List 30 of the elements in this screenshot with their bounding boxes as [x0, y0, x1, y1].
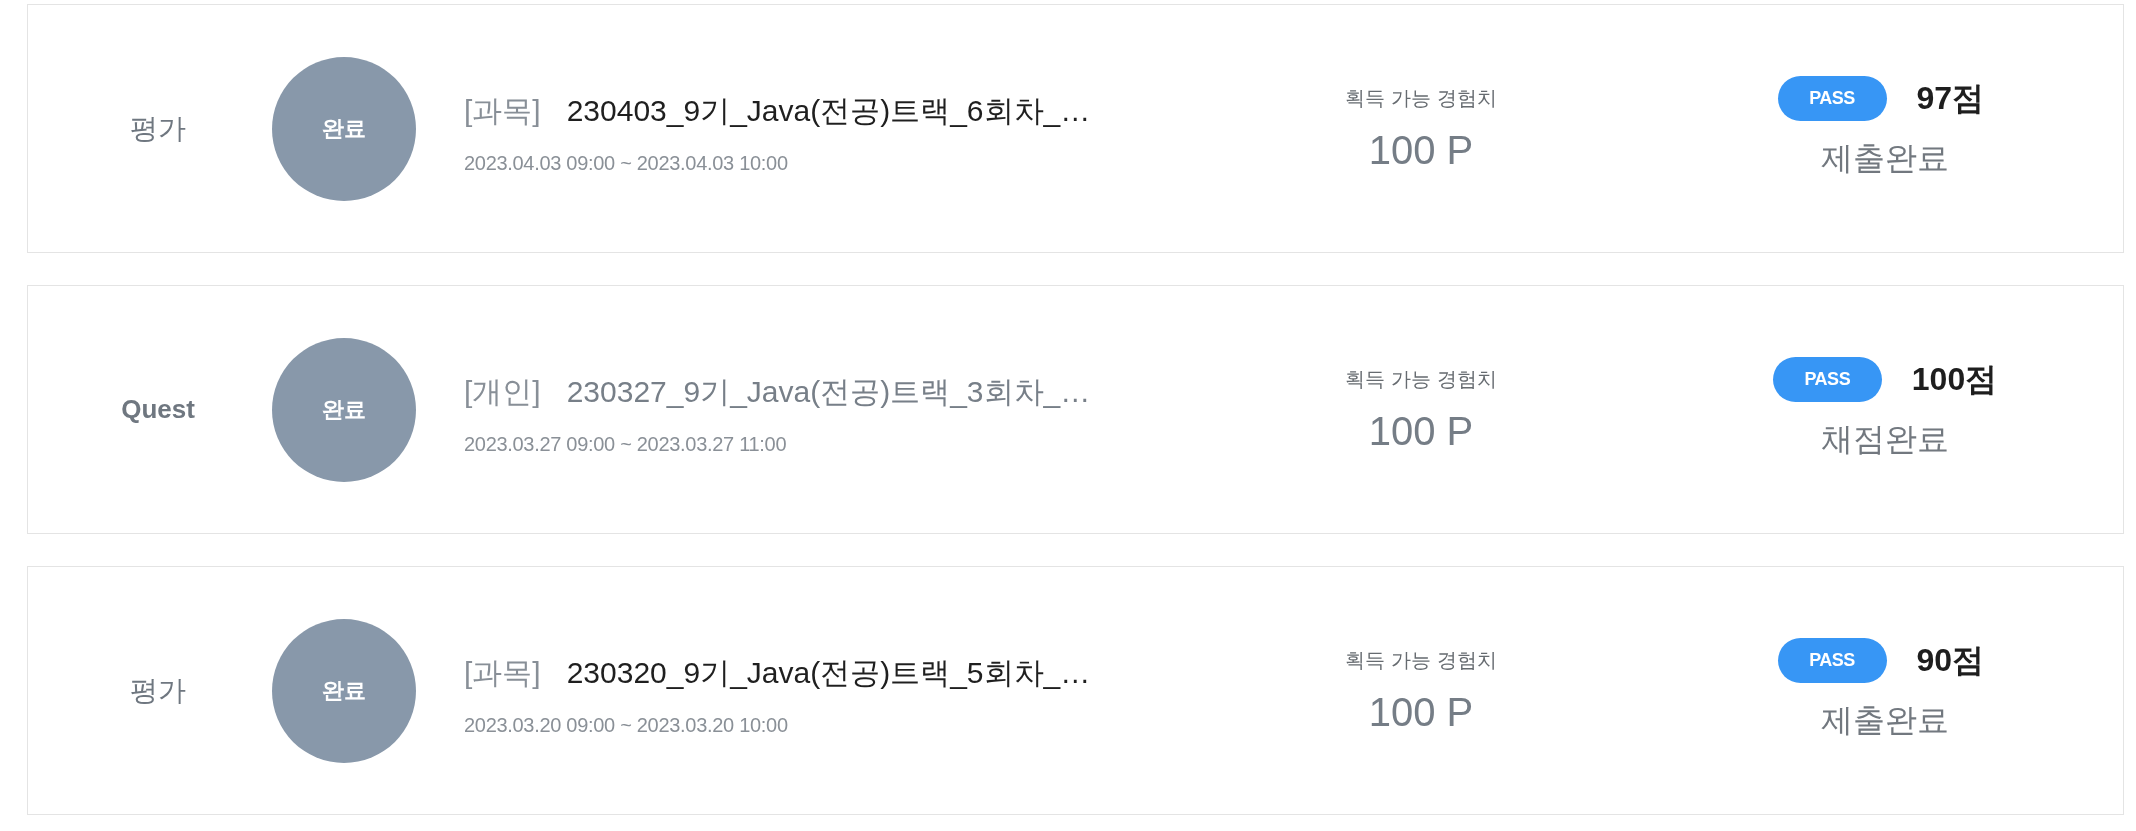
- category-tag: [과목]: [464, 652, 541, 694]
- category-label: 평가: [130, 673, 186, 708]
- category-tag: [개인]: [464, 371, 541, 413]
- pass-badge: PASS: [1777, 76, 1887, 121]
- exp-label: 획득 가능 경험치: [1345, 366, 1497, 392]
- status-text: 제출완료: [1821, 701, 1949, 740]
- status-text: 채점완료: [1821, 420, 1949, 459]
- category-label: Quest: [121, 394, 195, 425]
- activity-title: 230403_9기_Java(전공)트랙_6회차_…: [566, 92, 1091, 129]
- score-value: 97점: [1916, 78, 1986, 118]
- completion-badge: 완료: [272, 337, 416, 482]
- date-range: 2023.03.27 09:00 ~ 2023.03.27 11:00: [464, 432, 787, 456]
- score-value: 90점: [1916, 640, 1986, 680]
- activity-title: 230320_9기_Java(전공)트랙_5회차_…: [566, 654, 1091, 691]
- exp-points: 100 P: [1368, 408, 1474, 454]
- exp-label: 획득 가능 경험치: [1345, 647, 1497, 673]
- category-tag: [과목]: [464, 90, 541, 132]
- pass-badge: PASS: [1777, 638, 1887, 683]
- exp-points: 100 P: [1368, 689, 1474, 735]
- exp-label: 획득 가능 경험치: [1345, 85, 1497, 111]
- status-text: 제출완료: [1821, 139, 1949, 178]
- activity-title: 230327_9기_Java(전공)트랙_3회차_…: [566, 373, 1091, 410]
- date-range: 2023.03.20 09:00 ~ 2023.03.20 10:00: [464, 713, 788, 737]
- date-range: 2023.04.03 09:00 ~ 2023.04.03 10:00: [464, 151, 788, 175]
- exp-points: 100 P: [1368, 127, 1474, 173]
- completion-badge: 완료: [272, 56, 416, 201]
- completion-badge: 완료: [272, 618, 416, 763]
- score-value: 100점: [1911, 359, 1998, 399]
- pass-badge: PASS: [1772, 357, 1882, 402]
- category-label: 평가: [130, 111, 186, 146]
